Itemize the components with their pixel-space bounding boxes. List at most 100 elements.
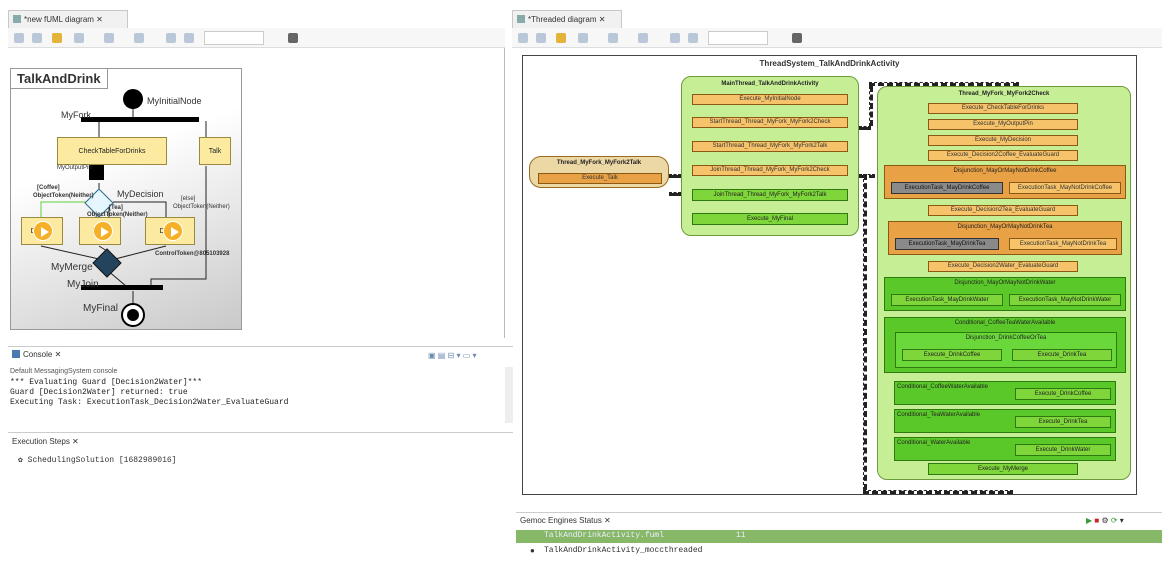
disjunction-tea-option[interactable]: ExecutionTask_MayNotDrinkTea <box>1009 238 1117 250</box>
disjunction-coffee-option[interactable]: ExecutionTask_MayDrinkCoffee <box>891 182 1003 194</box>
console-icon <box>12 350 20 358</box>
gemoc-engines-tab[interactable]: Gemoc Engines Status ✕ <box>520 516 611 525</box>
disjunction-coffee[interactable]: Disjunction_MayOrMayNotDrinkCoffee Execu… <box>884 165 1126 199</box>
check-thread-item[interactable]: Execute_Decision2Water_EvaluateGuard <box>928 261 1078 272</box>
engines-toolbar[interactable]: ▶ ■ ⚙ ⟳ ▾ <box>1086 516 1124 525</box>
token-else: ObjectToken(Neither) <box>173 204 230 210</box>
execution-steps-view: Execution Steps ✕ ✿ SchedulingSolution [… <box>8 432 513 562</box>
zoom-out-icon[interactable] <box>184 33 194 43</box>
connector <box>859 126 871 130</box>
right-diagram-toolbar <box>512 28 1162 48</box>
execution-steps-tab[interactable]: Execution Steps ✕ <box>12 437 79 446</box>
main-thread-item[interactable]: StartThread_Thread_MyFork_MyFork2Talk <box>692 141 848 152</box>
initial-node-label: MyInitialNode <box>147 96 202 106</box>
console-scrollbar[interactable] <box>505 367 513 423</box>
console-toolbar[interactable]: ▣ ▤ ⊟ ▾ ▭ ▾ <box>428 351 477 360</box>
distribute-icon[interactable] <box>638 33 648 43</box>
talk-thread-item[interactable]: Execute_Talk <box>538 173 662 184</box>
zoom-in-icon[interactable] <box>166 33 176 43</box>
select-icon[interactable] <box>518 33 528 43</box>
talkanddrink-activity[interactable]: TalkAndDrink MyInitialNode MyFork CheckT <box>10 68 242 330</box>
shape-icon[interactable] <box>74 33 84 43</box>
main-thread[interactable]: MainThread_TalkAndDrinkActivity Execute_… <box>681 76 859 236</box>
paint-icon[interactable] <box>52 33 62 43</box>
console-output: *** Evaluating Guard [Decision2Water]***… <box>10 378 289 407</box>
conditional-water[interactable]: Conditional_WaterAvailable Execute_Drink… <box>894 437 1116 461</box>
play-icon[interactable]: ▶ <box>1086 516 1092 525</box>
scheduling-icon: ✿ <box>18 456 23 465</box>
conditional-tea-water[interactable]: Conditional_TeaWaterAvailable Execute_Dr… <box>894 409 1116 433</box>
conditional-coffee-tea-water[interactable]: Conditional_CoffeeTeaWaterAvailable Disj… <box>884 317 1126 373</box>
disjunction-tea[interactable]: Disjunction_MayOrMayNotDrinkTea Executio… <box>888 221 1122 255</box>
select-icon[interactable] <box>14 33 24 43</box>
output-pin-label: MyOutputPin <box>57 165 92 171</box>
arrange-icon[interactable] <box>32 33 42 43</box>
zoom-combo[interactable] <box>204 31 264 45</box>
console-header: Default MessagingSystem console <box>10 368 118 375</box>
main-thread-item[interactable]: JoinThread_Thread_MyFork_MyFork2Check <box>692 165 848 176</box>
drink-option[interactable]: Execute_DrinkTea <box>1012 349 1112 361</box>
main-thread-item[interactable]: Execute_MyFinal <box>692 213 848 225</box>
align-icon[interactable] <box>608 33 618 43</box>
disjunction-water[interactable]: Disjunction_MayOrMayNotDrinkWater Execut… <box>884 277 1126 311</box>
disjunction-tea-option[interactable]: ExecutionTask_MayDrinkTea <box>895 238 999 250</box>
stop-icon[interactable]: ■ <box>1094 516 1099 525</box>
diagram-icon <box>13 15 21 23</box>
final-label: MyFinal <box>83 303 119 314</box>
merge-label: MyMerge <box>51 262 93 273</box>
connector <box>869 82 1019 86</box>
thread-system-title: ThreadSystem_TalkAndDrinkActivity <box>759 59 900 68</box>
scheduling-solution-item[interactable]: ✿ SchedulingSolution [1682989016] <box>18 455 176 465</box>
guard-tea: [Tea] <box>109 205 123 211</box>
zoom-combo[interactable] <box>708 31 768 45</box>
export-image-icon[interactable] <box>288 33 298 43</box>
shape-icon[interactable] <box>578 33 588 43</box>
zoom-in-icon[interactable] <box>670 33 680 43</box>
check-thread-item[interactable]: Execute_Decision2Coffee_EvaluateGuard <box>928 150 1078 161</box>
check-thread[interactable]: Thread_MyFork_MyFork2Check Execute_Check… <box>877 86 1131 480</box>
check-thread-item[interactable]: Execute_Decision2Tea_EvaluateGuard <box>928 205 1078 216</box>
left-diagram-toolbar <box>8 28 505 48</box>
engine-icon: ● <box>530 546 535 555</box>
play-icon[interactable] <box>93 221 113 241</box>
drink-tea-item[interactable]: Execute_DrinkTea <box>1015 416 1111 428</box>
engine-row[interactable]: TalkAndDrinkActivity.fuml 11 <box>516 530 1162 543</box>
paint-icon[interactable] <box>556 33 566 43</box>
talk-thread[interactable]: Thread_MyFork_MyFork2Talk Execute_Talk <box>529 156 669 188</box>
diagram-icon <box>517 15 525 23</box>
tab-threaded-diagram[interactable]: *Threaded diagram ✕ <box>512 10 622 28</box>
check-thread-item[interactable]: Execute_CheckTableForDrinks <box>928 103 1078 114</box>
disjunction-water-option[interactable]: ExecutionTask_MayNotDrinkWater <box>1009 294 1121 306</box>
disjunction-coffee-or-tea[interactable]: Disjunction_DrinkCoffeeOrTea Execute_Dri… <box>895 332 1117 368</box>
conditional-coffee-water[interactable]: Conditional_CoffeeWaterAvailable Execute… <box>894 381 1116 405</box>
arrange-icon[interactable] <box>536 33 546 43</box>
check-table-action[interactable]: CheckTableForDrinks <box>57 137 167 165</box>
talk-action[interactable]: Talk <box>199 137 231 165</box>
main-thread-item[interactable]: JoinThread_Thread_MyFork_MyFork2Talk <box>692 189 848 201</box>
zoom-out-icon[interactable] <box>688 33 698 43</box>
guard-else: [else] <box>181 196 196 202</box>
play-icon[interactable] <box>163 221 183 241</box>
thread-system[interactable]: ThreadSystem_TalkAndDrinkActivity MainTh… <box>522 55 1137 495</box>
connector <box>669 174 681 178</box>
main-thread-item[interactable]: StartThread_Thread_MyFork_MyFork2Check <box>692 117 848 128</box>
check-thread-item[interactable]: Execute_MyDecision <box>928 135 1078 146</box>
engine-row[interactable]: ● TalkAndDrinkActivity_moccthreaded <box>516 545 1162 558</box>
distribute-icon[interactable] <box>134 33 144 43</box>
guard-coffee: [Coffee] <box>37 185 60 191</box>
main-thread-item[interactable]: Execute_MyInitialNode <box>692 94 848 105</box>
drink-water-item[interactable]: Execute_DrinkWater <box>1015 444 1111 456</box>
export-image-icon[interactable] <box>792 33 802 43</box>
tab-new-fuml-diagram[interactable]: *new fUML diagram ✕ <box>8 10 128 28</box>
control-token-label: ControlToken@805103928 <box>155 251 230 257</box>
disjunction-coffee-option[interactable]: ExecutionTask_MayNotDrinkCoffee <box>1009 182 1121 194</box>
console-tab[interactable]: Console ✕ <box>12 350 61 359</box>
disjunction-water-option[interactable]: ExecutionTask_MayDrinkWater <box>891 294 1003 306</box>
check-thread-item[interactable]: Execute_MyOutputPin <box>928 119 1078 130</box>
check-thread-item[interactable]: Execute_MyMerge <box>928 463 1078 475</box>
connector <box>863 174 867 490</box>
drink-coffee-item[interactable]: Execute_DrinkCoffee <box>1015 388 1111 400</box>
align-icon[interactable] <box>104 33 114 43</box>
play-icon[interactable] <box>33 221 53 241</box>
drink-option[interactable]: Execute_DrinkCoffee <box>902 349 1002 361</box>
